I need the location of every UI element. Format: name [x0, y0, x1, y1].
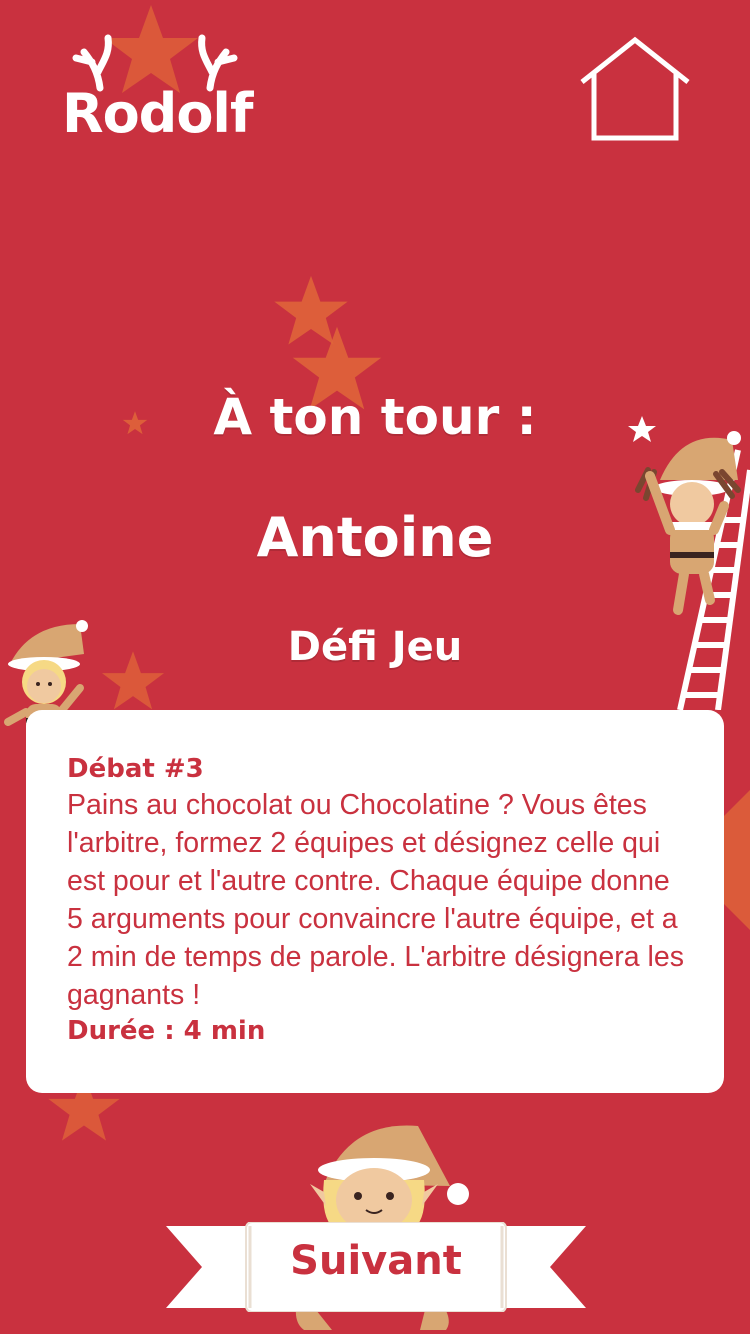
rodolf-logo: Rodolf	[60, 30, 260, 150]
challenge-duration: Durée : 4 min	[67, 1016, 266, 1046]
challenge-title: Débat #3	[67, 754, 204, 784]
turn-label: À ton tour :	[213, 388, 537, 446]
challenge-card: Débat #3 Pains au chocolat ou Chocolatin…	[26, 710, 724, 1093]
home-icon	[580, 36, 690, 141]
challenge-category: Défi Jeu	[287, 624, 463, 670]
player-name: Antoine	[256, 506, 494, 569]
next-button[interactable]: Suivant	[166, 1222, 586, 1312]
challenge-description: Pains au chocolat ou Chocolatine ? Vous …	[67, 789, 684, 1011]
logo-text: Rodolf	[62, 82, 253, 145]
home-button[interactable]	[578, 36, 692, 142]
next-button-label: Suivant	[290, 1238, 462, 1284]
